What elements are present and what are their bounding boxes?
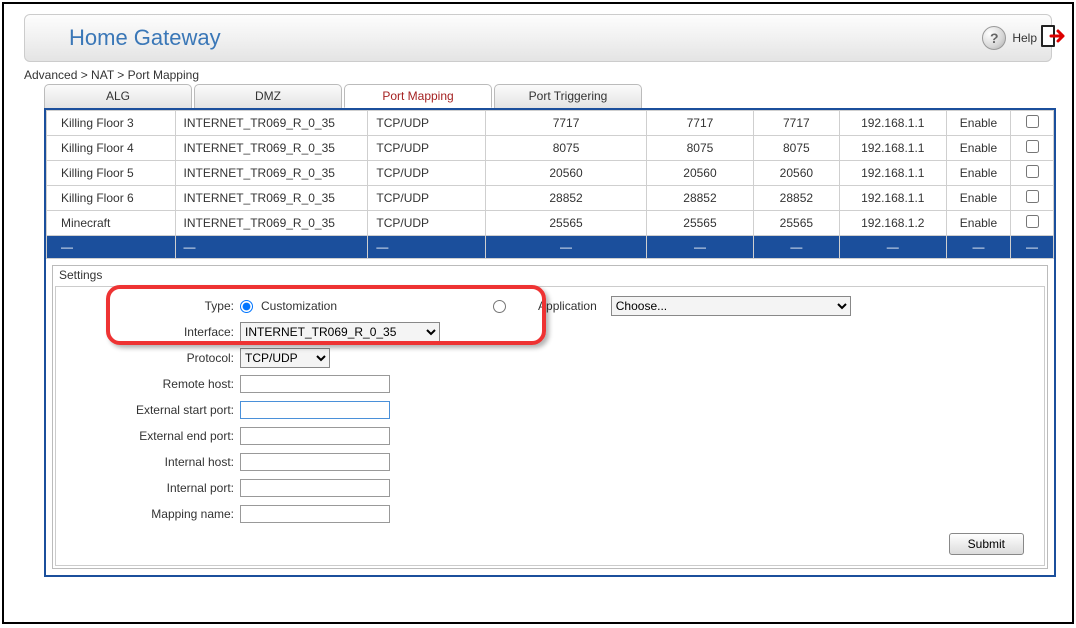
help-label: Help — [1012, 31, 1037, 45]
submit-button[interactable]: Submit — [949, 533, 1024, 555]
cell-p1: 7717 — [486, 111, 647, 136]
row-checkbox-cell — [1011, 111, 1054, 136]
cell-ip: 192.168.1.1 — [839, 111, 946, 136]
cell-enable: Enable — [946, 186, 1010, 211]
header-bar: Home Gateway ? Help — [24, 14, 1052, 62]
type-radio-application[interactable] — [493, 300, 506, 313]
cell-ip: 192.168.1.1 — [839, 136, 946, 161]
main-panel: Killing Floor 3INTERNET_TR069_R_0_35TCP/… — [44, 108, 1056, 577]
type-label: Type: — [60, 299, 240, 313]
cell-p3: 25565 — [754, 211, 840, 236]
row-checkbox[interactable] — [1026, 215, 1039, 228]
help-icon: ? — [982, 26, 1006, 50]
cell-iface: INTERNET_TR069_R_0_35 — [175, 161, 368, 186]
row-checkbox-cell — [1011, 186, 1054, 211]
cell-proto: TCP/UDP — [368, 111, 486, 136]
protocol-select[interactable]: TCP/UDP — [240, 348, 330, 368]
cell-p3: 20560 — [754, 161, 840, 186]
cell-p3: 28852 — [754, 186, 840, 211]
row-checkbox[interactable] — [1026, 140, 1039, 153]
application-select[interactable]: Choose... — [611, 296, 851, 316]
cell-p2: 28852 — [646, 186, 753, 211]
table-row: Killing Floor 4INTERNET_TR069_R_0_35TCP/… — [47, 136, 1054, 161]
cell-iface: INTERNET_TR069_R_0_35 — [175, 136, 368, 161]
table-row: Killing Floor 3INTERNET_TR069_R_0_35TCP/… — [47, 111, 1054, 136]
row-checkbox-cell — [1011, 161, 1054, 186]
int-port-label: Internal port: — [60, 481, 240, 495]
cell-name: Killing Floor 3 — [47, 111, 176, 136]
int-host-label: Internal host: — [60, 455, 240, 469]
tab-port-mapping[interactable]: Port Mapping — [344, 84, 492, 108]
exit-icon[interactable] — [1038, 22, 1066, 50]
application-label: Application — [538, 299, 597, 313]
table-row: Killing Floor 6INTERNET_TR069_R_0_35TCP/… — [47, 186, 1054, 211]
cell-iface: INTERNET_TR069_R_0_35 — [175, 186, 368, 211]
ext-end-label: External end port: — [60, 429, 240, 443]
tab-dmz[interactable]: DMZ — [194, 84, 342, 108]
cell-enable: Enable — [946, 136, 1010, 161]
mapping-name-label: Mapping name: — [60, 507, 240, 521]
cell-ip: 192.168.1.1 — [839, 161, 946, 186]
row-checkbox-cell — [1011, 136, 1054, 161]
cell-proto: TCP/UDP — [368, 136, 486, 161]
cell-ip: 192.168.1.2 — [839, 211, 946, 236]
cell-p2: 7717 — [646, 111, 753, 136]
tab-alg[interactable]: ALG — [44, 84, 192, 108]
cell-name: Minecraft — [47, 211, 176, 236]
interface-label: Interface: — [60, 325, 240, 339]
cell-proto: TCP/UDP — [368, 186, 486, 211]
cell-enable: Enable — [946, 161, 1010, 186]
cell-proto: TCP/UDP — [368, 211, 486, 236]
tab-bar: ALG DMZ Port Mapping Port Triggering — [44, 84, 1072, 108]
ext-start-label: External start port: — [60, 403, 240, 417]
cell-proto: TCP/UDP — [368, 161, 486, 186]
external-start-port-input[interactable] — [240, 401, 390, 419]
cell-p1: 25565 — [486, 211, 647, 236]
cell-p2: 20560 — [646, 161, 753, 186]
cell-enable: Enable — [946, 111, 1010, 136]
settings-title: Settings — [53, 266, 1047, 284]
remote-host-label: Remote host: — [60, 377, 240, 391]
type-option-label: Customization — [261, 299, 337, 313]
cell-p2: 8075 — [646, 136, 753, 161]
external-end-port-input[interactable] — [240, 427, 390, 445]
cell-ip: 192.168.1.1 — [839, 186, 946, 211]
cell-p1: 8075 — [486, 136, 647, 161]
row-checkbox[interactable] — [1026, 165, 1039, 178]
cell-name: Killing Floor 6 — [47, 186, 176, 211]
port-mapping-table: Killing Floor 3INTERNET_TR069_R_0_35TCP/… — [46, 110, 1054, 259]
internal-port-input[interactable] — [240, 479, 390, 497]
cell-enable: Enable — [946, 211, 1010, 236]
row-checkbox[interactable] — [1026, 115, 1039, 128]
table-row: Killing Floor 5INTERNET_TR069_R_0_35TCP/… — [47, 161, 1054, 186]
separator-row: ————————— — [47, 236, 1054, 259]
cell-p2: 25565 — [646, 211, 753, 236]
cell-iface: INTERNET_TR069_R_0_35 — [175, 211, 368, 236]
table-row: MinecraftINTERNET_TR069_R_0_35TCP/UDP255… — [47, 211, 1054, 236]
cell-iface: INTERNET_TR069_R_0_35 — [175, 111, 368, 136]
tab-port-triggering[interactable]: Port Triggering — [494, 84, 642, 108]
cell-p1: 28852 — [486, 186, 647, 211]
protocol-label: Protocol: — [60, 351, 240, 365]
type-radio-customization[interactable] — [240, 300, 253, 313]
row-checkbox[interactable] — [1026, 190, 1039, 203]
cell-p3: 7717 — [754, 111, 840, 136]
page-title: Home Gateway — [69, 25, 221, 51]
cell-name: Killing Floor 5 — [47, 161, 176, 186]
remote-host-input[interactable] — [240, 375, 390, 393]
interface-select[interactable]: INTERNET_TR069_R_0_35 — [240, 322, 440, 342]
mapping-name-input[interactable] — [240, 505, 390, 523]
breadcrumb: Advanced > NAT > Port Mapping — [24, 68, 1072, 82]
cell-name: Killing Floor 4 — [47, 136, 176, 161]
internal-host-input[interactable] — [240, 453, 390, 471]
row-checkbox-cell — [1011, 211, 1054, 236]
help-link[interactable]: ? Help — [982, 26, 1037, 50]
cell-p3: 8075 — [754, 136, 840, 161]
cell-p1: 20560 — [486, 161, 647, 186]
settings-box: Settings Type: Customization Application… — [52, 265, 1048, 569]
